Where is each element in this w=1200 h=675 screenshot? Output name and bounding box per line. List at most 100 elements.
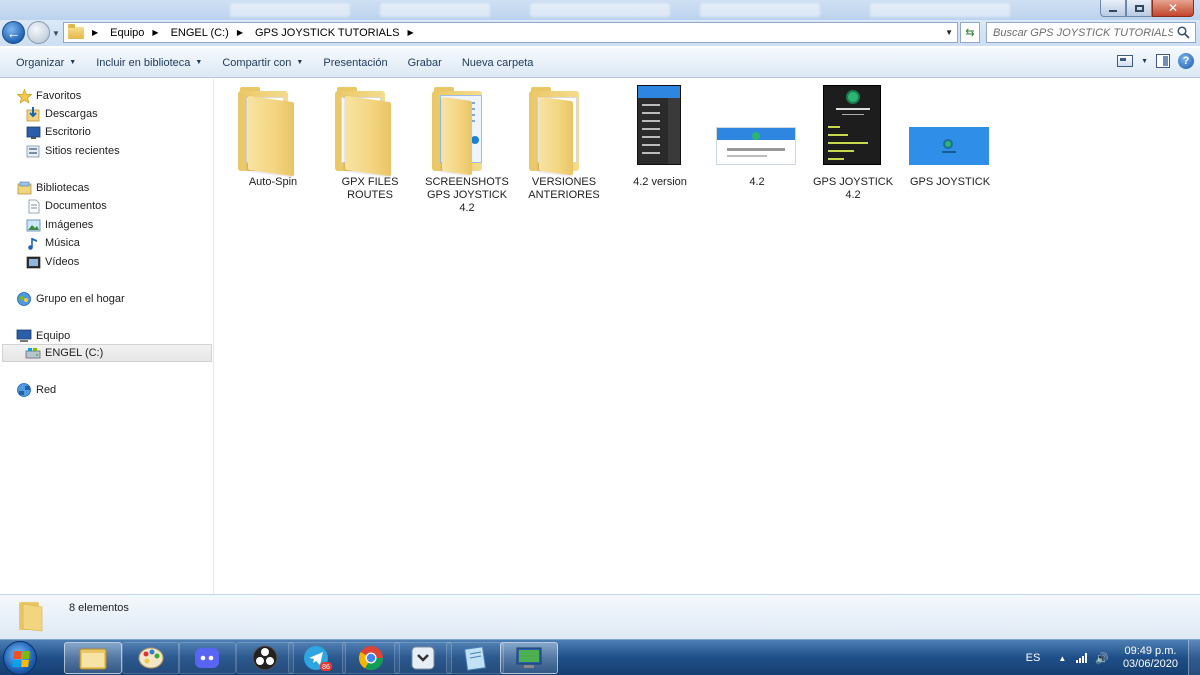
chevron-right-icon: ▶ [92,28,99,37]
slideshow-button[interactable]: Presentación [313,51,397,75]
file-item-screenshots[interactable]: SCREENSHOTS GPS JOYSTICK 4.2 [422,85,512,215]
forward-button[interactable] [27,21,50,44]
image-thumbnail [905,85,995,175]
help-icon[interactable]: ? [1178,53,1194,69]
chevron-down-icon: ▼ [69,59,77,66]
nav-videos[interactable]: Vídeos [25,253,79,271]
image-thumbnail [712,85,802,175]
change-view-icon[interactable] [1117,55,1134,67]
background-tab [530,3,670,17]
document-icon [25,198,41,214]
chevron-right-icon: ▶ [407,28,414,37]
new-folder-button[interactable]: Nueva carpeta [452,51,544,75]
file-item-4-2-version[interactable]: 4.2 version [615,85,705,189]
taskbar-paint[interactable] [122,642,180,674]
remote-desktop-icon [516,647,542,668]
taskbar-app-down[interactable] [394,642,452,674]
file-item-gps-joystick-4-2[interactable]: GPS JOYSTICK 4.2 [808,85,898,202]
folder-icon [68,23,84,39]
chrome-icon [358,646,383,671]
nav-documents[interactable]: Documentos [25,197,107,215]
nav-homegroup[interactable]: Grupo en el hogar [16,290,125,308]
back-arrow-icon: ← [6,24,21,41]
minimize-icon [1109,9,1117,12]
nav-recent-places[interactable]: Sitios recientes [25,142,120,160]
taskbar-notepad[interactable] [446,642,504,674]
preview-pane-icon[interactable] [1156,54,1170,68]
system-tray: ES ▲ 🔊 09:49 p.m. 03/06/2020 [1026,640,1200,675]
background-tab [870,3,1010,17]
file-item-4-2[interactable]: 4.2 [712,85,802,189]
homegroup-icon [16,291,32,307]
taskbar-obs[interactable] [236,642,294,674]
breadcrumb-drive[interactable]: ENGEL (C:) ▶ [171,27,249,39]
share-with-button[interactable]: Compartir con ▼ [212,51,313,75]
file-item-gpx-files-routes[interactable]: GPX FILES ROUTES [325,85,415,202]
network-signal-icon[interactable] [1076,653,1088,663]
item-count: 8 elementos [69,602,129,614]
taskbar-discord[interactable] [178,642,236,674]
image-thumbnail [808,85,898,175]
taskbar-telegram[interactable]: 86 [288,642,346,674]
refresh-icon: ⇆ [965,27,975,39]
search-icon[interactable] [1177,26,1190,39]
notepad-icon [464,646,487,671]
clock[interactable]: 09:49 p.m. 03/06/2020 [1123,645,1178,671]
taskbar-remote-desktop[interactable] [500,642,558,674]
details-pane: 8 elementos [0,594,1200,639]
command-bar: Organizar ▼ Incluir en biblioteca ▼ Compar… [0,48,1200,78]
nav-drive-c[interactable]: ENGEL (C:) [2,344,212,362]
paint-icon [138,647,164,669]
nav-desktop[interactable]: Escritorio [25,123,91,141]
file-item-auto-spin[interactable]: Auto-Spin [228,85,318,189]
nav-downloads[interactable]: Descargas [25,105,98,123]
clock-date: 03/06/2020 [1122,658,1178,670]
minimize-button[interactable] [1100,0,1126,17]
breadcrumb-current-folder[interactable]: GPS JOYSTICK TUTORIALS ▶ [255,27,420,39]
language-indicator[interactable]: ES [1026,652,1041,664]
show-desktop-button[interactable] [1188,640,1200,675]
start-button[interactable] [3,641,37,675]
volume-icon[interactable]: 🔊 [1095,652,1109,665]
video-icon [25,254,41,270]
nav-music[interactable]: Música [25,234,80,252]
address-dropdown-icon[interactable]: ▼ [945,28,953,37]
file-item-versiones-anteriores[interactable]: VERSIONES ANTERIORES [519,85,609,202]
breadcrumb-equipo[interactable]: Equipo ▶ [110,27,164,39]
nav-favorites[interactable]: Favoritos [16,87,81,105]
nav-network[interactable]: Red [16,381,56,399]
discord-icon [195,648,219,668]
taskbar-file-explorer[interactable] [64,642,122,674]
downloads-icon [25,106,41,122]
include-in-library-button[interactable]: Incluir en biblioteca ▼ [86,51,212,75]
address-row: ← ▼ ▶ Equipo ▶ ENGEL (C:) ▶ GPS JOYSTICK T… [0,20,1200,46]
close-button[interactable]: ✕ [1152,0,1194,17]
maximize-button[interactable] [1126,0,1152,17]
search-box[interactable] [986,22,1196,43]
nav-computer[interactable]: Equipo [16,327,70,345]
title-bar: ✕ [0,0,1200,20]
show-hidden-icons-icon[interactable]: ▲ [1058,654,1066,663]
network-icon [16,382,32,398]
image-thumbnail [615,85,705,175]
search-input[interactable] [993,26,1173,39]
drive-icon [25,345,41,361]
folder-icon [422,85,512,176]
windows-logo-icon [12,651,30,667]
file-item-gps-joystick[interactable]: GPS JOYSTICK [905,85,995,189]
nav-images[interactable]: Imágenes [25,216,93,234]
taskbar-chrome[interactable] [342,642,400,674]
organize-button[interactable]: Organizar ▼ [6,51,86,75]
clock-time: 09:49 p.m. [1124,645,1177,657]
breadcrumb-root[interactable]: ▶ [92,28,104,37]
telegram-badge: 86 [322,664,330,671]
recent-pages-dropdown[interactable]: ▼ [52,29,60,38]
libraries-icon [16,180,32,196]
refresh-button[interactable]: ⇆ [960,22,980,43]
address-bar[interactable]: ▶ Equipo ▶ ENGEL (C:) ▶ GPS JOYSTICK TUTOR… [63,22,958,43]
view-options-dropdown[interactable]: ▼ [1141,58,1148,65]
burn-button[interactable]: Grabar [398,51,452,75]
nav-libraries[interactable]: Bibliotecas [16,179,89,197]
file-list: Auto-Spin GPX FILES ROUTES SCREENSHOTS G… [215,79,1200,594]
back-button[interactable]: ← [2,21,25,44]
